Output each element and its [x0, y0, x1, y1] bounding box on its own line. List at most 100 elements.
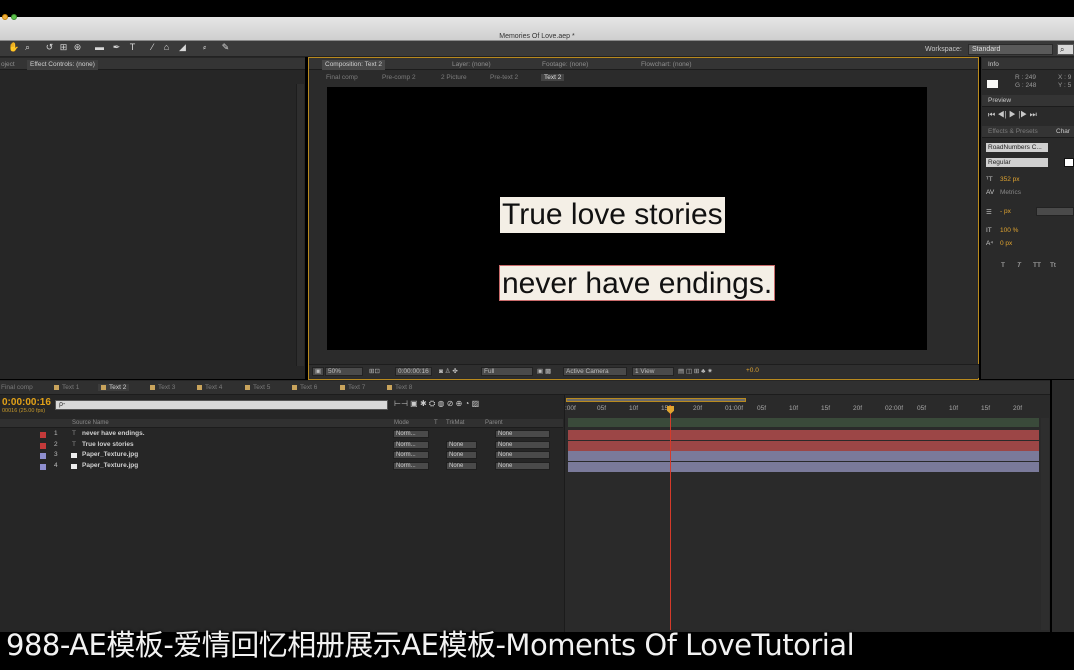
camera-select[interactable]: Active Camera — [563, 367, 627, 376]
font-family-select[interactable]: RoadNumbers C... — [986, 143, 1048, 152]
vertical-scale-value[interactable]: 100 % — [1000, 227, 1018, 234]
parent-select[interactable]: None — [495, 462, 550, 470]
pen-tool-icon[interactable]: ✒ — [111, 42, 122, 53]
layer-row[interactable]: 1 T never have endings. Norm... None — [0, 430, 563, 440]
parent-select[interactable]: None — [495, 441, 550, 449]
track-matte-select[interactable]: None — [446, 451, 477, 459]
rotate-tool-icon[interactable]: ↺ — [44, 42, 55, 53]
text-layer-true-love-stories[interactable]: True love stories — [500, 197, 725, 233]
tab-text-8[interactable]: Text 8 — [387, 384, 412, 391]
view-options-icons[interactable]: ▤ ◫ ⊞ ♣ ✷ — [678, 367, 713, 375]
clone-stamp-icon[interactable]: ⌂ — [161, 42, 172, 52]
resolution-select[interactable]: Full — [481, 367, 533, 376]
hand-tool-icon[interactable]: ✋ — [8, 42, 19, 53]
zoom-tool-icon[interactable]: ⌕ — [22, 42, 33, 53]
zoom-select[interactable]: 50% — [325, 367, 363, 376]
stroke-option-select[interactable] — [1036, 207, 1074, 216]
track-matte-select[interactable]: None — [446, 462, 477, 470]
tab-composition[interactable]: Composition: Text 2 — [322, 60, 385, 70]
column-trkmat[interactable]: TrkMat — [446, 420, 464, 426]
faux-bold-button[interactable]: T — [1001, 262, 1005, 269]
current-time-indicator[interactable] — [670, 405, 671, 630]
work-area-bar[interactable] — [566, 398, 746, 402]
font-style-select[interactable]: Regular — [986, 158, 1048, 167]
tab-preview[interactable]: Preview — [988, 97, 1011, 104]
font-size-value[interactable]: 352 px — [1000, 176, 1020, 183]
minimize-button[interactable] — [2, 14, 8, 20]
tab-info[interactable]: Info — [988, 61, 999, 68]
zoom-button[interactable] — [11, 14, 17, 20]
layer-search-input[interactable]: ρ- — [55, 400, 388, 410]
blend-mode-select[interactable]: Norm... — [393, 430, 429, 438]
snapshot-icon[interactable]: ◙ ♙ ✤ — [439, 367, 458, 375]
fill-color-swatch[interactable] — [1064, 158, 1074, 167]
brush-tool-icon[interactable]: ⁄ — [147, 42, 158, 52]
workspace-select[interactable]: Standard — [968, 44, 1053, 55]
puppet-pin-icon[interactable]: ✎ — [220, 42, 231, 53]
current-time-display[interactable]: 0:00:00:16 — [395, 367, 432, 376]
layer-name[interactable]: Paper_Texture.jpg — [82, 462, 138, 469]
blend-mode-select[interactable]: Norm... — [393, 451, 429, 459]
tab-text-5[interactable]: Text 5 — [245, 384, 270, 391]
tab-text-6[interactable]: Text 6 — [292, 384, 317, 391]
blend-mode-select[interactable]: Norm... — [393, 441, 429, 449]
layer-duration-bar[interactable] — [568, 430, 1039, 440]
camera-tool-icon[interactable]: ⊞ — [58, 42, 69, 53]
always-preview-icon[interactable]: ▣ — [312, 367, 325, 376]
timeline-current-time[interactable]: 0:00:00:16 — [2, 397, 51, 408]
layer-row[interactable]: 4 Paper_Texture.jpg Norm... None None — [0, 462, 563, 472]
small-caps-button[interactable]: Tt — [1050, 262, 1056, 269]
tab-effect-controls[interactable]: Effect Controls: (none) — [27, 60, 98, 70]
tab-flowchart[interactable]: Flowchart: (none) — [641, 61, 692, 68]
tab-text-4[interactable]: Text 4 — [197, 384, 222, 391]
layer-duration-bar[interactable] — [568, 451, 1039, 461]
tab-layer[interactable]: Layer: (none) — [452, 61, 491, 68]
tab-effects-presets[interactable]: Effects & Presets — [988, 128, 1038, 135]
left-panel-scrollbar[interactable] — [296, 84, 304, 366]
parent-select[interactable]: None — [495, 430, 550, 438]
blend-mode-select[interactable]: Norm... — [393, 462, 429, 470]
column-mode[interactable]: Mode — [394, 420, 409, 426]
all-caps-button[interactable]: TT — [1033, 262, 1041, 269]
help-search-icon[interactable]: ⌕ — [1057, 44, 1074, 55]
text-layer-never-have-endings[interactable]: never have endings. — [499, 265, 776, 301]
layer-row[interactable]: 2 T True love stories Norm... None None — [0, 441, 563, 451]
breadcrumb-text-2[interactable]: Text 2 — [541, 74, 565, 81]
kerning-select[interactable]: Metrics — [1000, 189, 1021, 196]
breadcrumb-2-picture[interactable]: 2 Picture — [441, 74, 467, 81]
tab-text-3[interactable]: Text 3 — [150, 384, 175, 391]
layer-name[interactable]: never have endings. — [82, 430, 145, 437]
stroke-width-value[interactable]: - px — [1000, 208, 1011, 215]
roto-brush-icon[interactable]: ⸗ — [199, 42, 210, 52]
label-color[interactable] — [40, 443, 46, 449]
column-parent[interactable]: Parent — [485, 420, 503, 426]
baseline-shift-value[interactable]: 0 px — [1000, 240, 1012, 247]
breadcrumb-pre-comp-2[interactable]: Pre-comp 2 — [382, 74, 416, 81]
label-color[interactable] — [40, 432, 46, 438]
parent-select[interactable]: None — [495, 451, 550, 459]
view-layout-select[interactable]: 1 View — [632, 367, 674, 376]
label-color[interactable] — [40, 464, 46, 470]
layer-row[interactable]: 3 Paper_Texture.jpg Norm... None None — [0, 451, 563, 461]
tab-character[interactable]: Char — [1056, 128, 1070, 135]
breadcrumb-final-comp[interactable]: Final comp — [326, 74, 358, 81]
layer-name[interactable]: True love stories — [82, 441, 134, 448]
tab-final-comp[interactable]: Final comp — [1, 384, 33, 391]
eraser-icon[interactable]: ◢ — [177, 42, 188, 53]
tab-project[interactable]: oject — [1, 61, 15, 68]
rectangle-tool-icon[interactable]: ▬ — [94, 42, 105, 52]
type-tool-icon[interactable]: T — [127, 42, 138, 52]
exposure-value[interactable]: +0.0 — [746, 367, 759, 374]
breadcrumb-pre-text-2[interactable]: Pre-text 2 — [490, 74, 518, 81]
preview-controls-icons[interactable]: ⏮ ◀| ▶ |▶ ⏭ — [988, 110, 1037, 120]
timeline-switches-icons[interactable]: ⊢⊣ ▣ ✱ ⛭ ◍ ⊘ ⊕ ◔ ▨ — [394, 399, 479, 409]
column-t[interactable]: T — [434, 420, 438, 426]
tab-text-2[interactable]: Text 2 — [98, 384, 130, 391]
layer-duration-bar[interactable] — [568, 441, 1039, 451]
timeline-scrollbar[interactable] — [1041, 418, 1049, 630]
tab-footage[interactable]: Footage: (none) — [542, 61, 588, 68]
column-source-name[interactable]: Source Name — [72, 420, 109, 426]
layer-duration-bar[interactable] — [568, 462, 1039, 472]
label-color[interactable] — [40, 453, 46, 459]
track-matte-select[interactable]: None — [446, 441, 477, 449]
